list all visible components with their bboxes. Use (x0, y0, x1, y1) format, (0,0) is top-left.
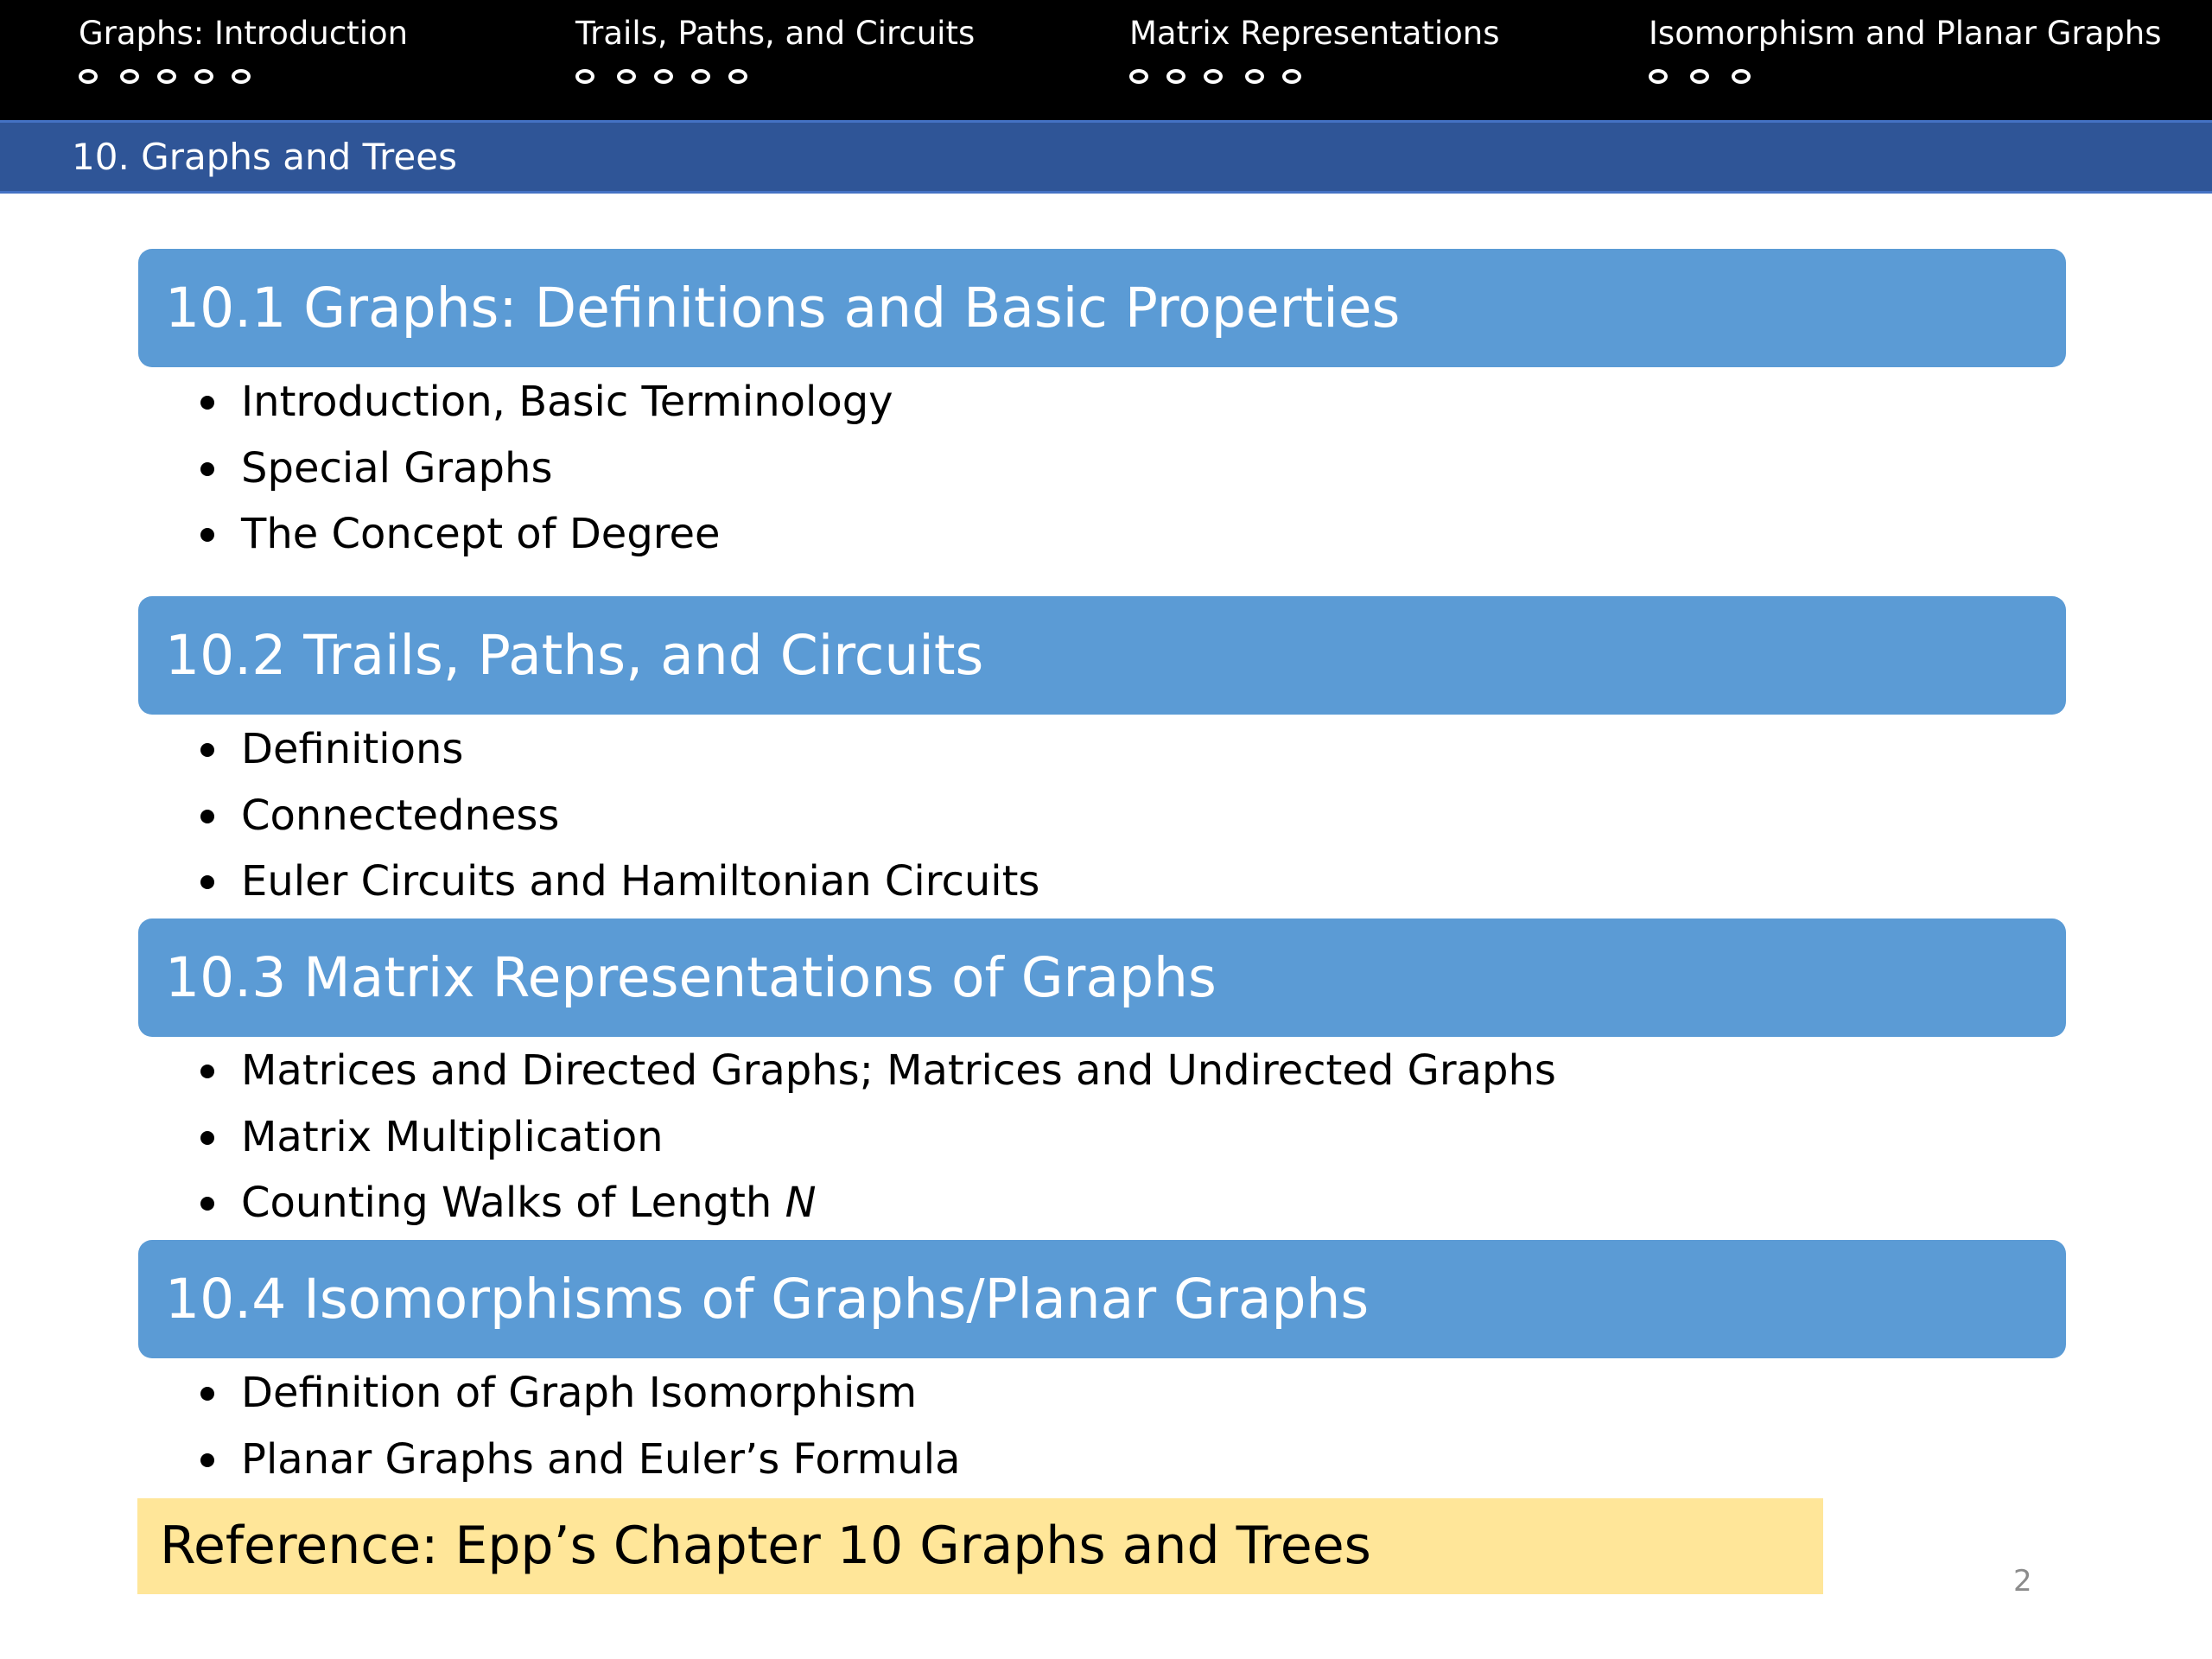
bullet-icon (200, 1197, 214, 1211)
list-item: The Concept of Degree (199, 501, 893, 568)
bullet-icon (200, 1130, 214, 1145)
section-header-10-1: 10.1 Graphs: Definitions and Basic Prope… (138, 249, 2066, 367)
nav-section-title[interactable]: Matrix Representations (1129, 10, 1500, 57)
list-item: Planar Graphs and Euler’s Formula (199, 1427, 961, 1493)
slide-dot-icon[interactable] (194, 69, 213, 84)
bullet-text: Special Graphs (241, 443, 553, 493)
nav-slide-dots (1649, 69, 1769, 84)
bullet-icon (200, 528, 214, 542)
section-header-10-4: 10.4 Isomorphisms of Graphs/Planar Graph… (138, 1240, 2066, 1358)
slide-dot-icon[interactable] (232, 69, 251, 84)
section-title: 10.4 Isomorphisms of Graphs/Planar Graph… (165, 1268, 1370, 1331)
subtitle-bar: 10. Graphs and Trees (0, 120, 2212, 194)
page-number: 2 (2013, 1564, 2032, 1599)
presentation-subtitle: 10. Graphs and Trees (72, 136, 457, 178)
slide-dot-icon[interactable] (1690, 69, 1709, 84)
list-item: Matrix Multiplication (199, 1104, 1556, 1171)
slide-dot-icon[interactable] (157, 69, 176, 84)
slide-dot-icon[interactable] (79, 69, 98, 84)
nav-section-title[interactable]: Graphs: Introduction (79, 10, 408, 57)
section-title: 10.2 Trails, Paths, and Circuits (165, 624, 984, 687)
section-header-10-3: 10.3 Matrix Representations of Graphs (138, 918, 2066, 1037)
nav-slide-dots (575, 69, 766, 84)
slide-dot-icon[interactable] (654, 69, 673, 84)
bullet-variable: N (785, 1179, 817, 1227)
bullet-text: Planar Graphs and Euler’s Formula (241, 1434, 961, 1484)
bullet-icon (200, 809, 214, 823)
slide-dot-icon[interactable] (1282, 69, 1301, 84)
section-bullet-list: Definitions Connectedness Euler Circuits… (199, 716, 1039, 915)
slide-dot-icon[interactable] (1245, 69, 1264, 84)
bullet-text: Counting Walks of Length (241, 1179, 785, 1227)
nav-slide-dots (79, 69, 269, 84)
bullet-text: Definitions (241, 725, 464, 773)
section-bullet-list: Introduction, Basic Terminology Special … (199, 369, 893, 568)
slide-dot-icon[interactable] (617, 69, 636, 84)
bullet-icon (200, 396, 214, 410)
section-navigation-bar: Graphs: Introduction Trails, Paths, and … (0, 0, 2212, 120)
slide-dot-icon[interactable] (728, 69, 747, 84)
bullet-text: The Concept of Degree (241, 510, 721, 558)
list-item: Euler Circuits and Hamiltonian Circuits (199, 849, 1039, 915)
list-item: Counting Walks of Length N (199, 1170, 1556, 1236)
section-header-10-2: 10.2 Trails, Paths, and Circuits (138, 596, 2066, 715)
list-item: Matrices and Directed Graphs; Matrices a… (199, 1038, 1556, 1104)
bullet-icon (200, 875, 214, 889)
bullet-icon (200, 1387, 214, 1401)
bullet-icon (200, 743, 214, 757)
list-item: Special Graphs (199, 435, 893, 502)
nav-slide-dots (1129, 69, 1319, 84)
bullet-text: Euler Circuits and Hamiltonian Circuits (241, 857, 1040, 906)
section-title: 10.3 Matrix Representations of Graphs (165, 946, 1217, 1009)
nav-section-title[interactable]: Isomorphism and Planar Graphs (1649, 10, 2162, 57)
slide-dot-icon[interactable] (1166, 69, 1185, 84)
slide-dot-icon[interactable] (1732, 69, 1751, 84)
list-item: Definitions (199, 716, 1039, 783)
reference-box: Reference: Epp’s Chapter 10 Graphs and T… (137, 1498, 1823, 1594)
slide-dot-icon[interactable] (691, 69, 710, 84)
bullet-icon (200, 1065, 214, 1078)
slide-dot-icon[interactable] (120, 69, 139, 84)
bullet-icon (200, 1452, 214, 1467)
section-bullet-list: Matrices and Directed Graphs; Matrices a… (199, 1038, 1556, 1236)
slide-dot-icon[interactable] (1204, 69, 1223, 84)
bullet-text: Definition of Graph Isomorphism (241, 1369, 918, 1417)
bullet-text: Introduction, Basic Terminology (241, 378, 893, 426)
section-bullet-list: Definition of Graph Isomorphism Planar G… (199, 1360, 961, 1492)
bullet-icon (200, 461, 214, 476)
list-item: Introduction, Basic Terminology (199, 369, 893, 435)
slide-dot-icon[interactable] (1649, 69, 1668, 84)
list-item: Connectedness (199, 783, 1039, 849)
slide-dot-icon[interactable] (1129, 69, 1148, 84)
list-item: Definition of Graph Isomorphism (199, 1360, 961, 1427)
reference-text: Reference: Epp’s Chapter 10 Graphs and T… (160, 1516, 1371, 1576)
bullet-text: Matrix Multiplication (241, 1112, 664, 1161)
nav-section-title[interactable]: Trails, Paths, and Circuits (575, 10, 975, 57)
bullet-text: Matrices and Directed Graphs; Matrices a… (241, 1046, 1556, 1095)
bullet-text: Connectedness (241, 791, 560, 840)
section-title: 10.1 Graphs: Definitions and Basic Prope… (165, 276, 1401, 340)
slide-dot-icon[interactable] (575, 69, 594, 84)
